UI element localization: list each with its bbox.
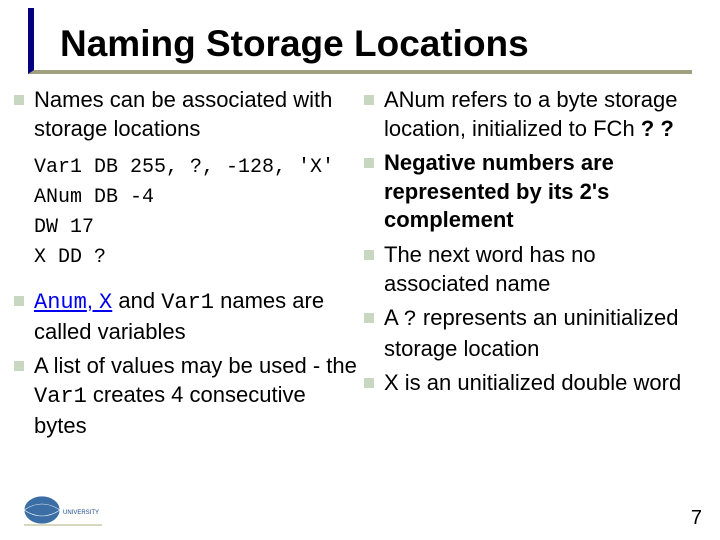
bullet-text: A list of values may be used - the Var1 … xyxy=(34,352,358,440)
bullet-icon xyxy=(364,313,374,323)
svg-text:UNIVERSITY: UNIVERSITY xyxy=(63,510,99,516)
code-span: Anum xyxy=(34,290,87,315)
bullet-item: Names can be associated with storage loc… xyxy=(14,86,358,143)
bullet-icon xyxy=(364,95,374,105)
bullet-icon xyxy=(364,378,374,388)
bullet-item: X is an unitialized double word xyxy=(364,369,706,398)
bullet-item: The next word has no associated name xyxy=(364,241,706,298)
title-container: Naming Storage Locations xyxy=(28,8,692,74)
code-span: ? xyxy=(404,307,417,332)
slide-title: Naming Storage Locations xyxy=(60,25,529,70)
slide: Naming Storage Locations Names can be as… xyxy=(0,0,720,540)
bullet-text: ANum refers to a byte storage location, … xyxy=(384,86,706,143)
bullet-text: Names can be associated with storage loc… xyxy=(34,86,358,143)
bullet-icon xyxy=(364,158,374,168)
code-span: Var1 xyxy=(34,384,87,409)
bullet-text: Negative numbers are represented by its … xyxy=(384,149,706,235)
right-column: ANum refers to a byte storage location, … xyxy=(364,86,706,446)
code-block: Var1 DB 255, ?, -128, 'X' ANum DB -4 DW … xyxy=(34,153,358,273)
bullet-item: A list of values may be used - the Var1 … xyxy=(14,352,358,440)
bullet-text: Anum, X and Var1 names are called variab… xyxy=(34,287,358,346)
bullet-text: A ? represents an uninitialized storage … xyxy=(384,304,706,363)
left-column: Names can be associated with storage loc… xyxy=(14,86,364,446)
code-span: Var1 xyxy=(161,290,214,315)
bullet-text: The next word has no associated name xyxy=(384,241,706,298)
bullet-icon xyxy=(14,296,24,306)
bullet-text: X is an unitialized double word xyxy=(384,369,681,398)
logo-image: UNIVERSITY xyxy=(18,492,108,530)
page-number: 7 xyxy=(691,507,702,530)
bullet-icon xyxy=(364,250,374,260)
bullet-icon xyxy=(14,361,24,371)
content-columns: Names can be associated with storage loc… xyxy=(14,86,706,446)
bold-text: ? ? xyxy=(641,116,674,141)
bullet-icon xyxy=(14,95,24,105)
bullet-item: Negative numbers are represented by its … xyxy=(364,149,706,235)
bullet-item: ANum refers to a byte storage location, … xyxy=(364,86,706,143)
code-span: X xyxy=(99,290,112,315)
bullet-item: Anum, X and Var1 names are called variab… xyxy=(14,287,358,346)
bullet-item: A ? represents an uninitialized storage … xyxy=(364,304,706,363)
